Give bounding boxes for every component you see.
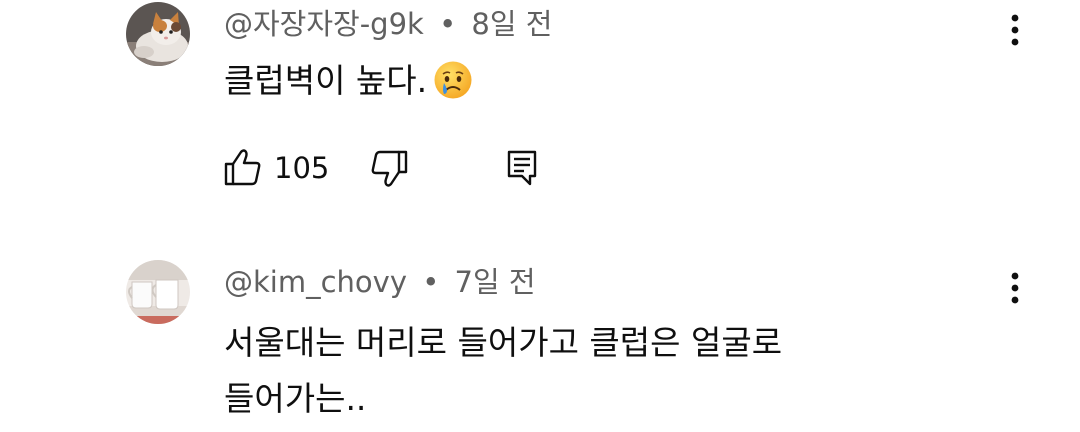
thumbs-up-icon (224, 149, 261, 186)
author-name[interactable]: @자장자장-g9k (224, 7, 424, 41)
comment-time: 8일 전 (471, 7, 553, 41)
dislike-button[interactable] (370, 148, 410, 190)
comment-text-line: 서울대는 머리로 들어가고 클럽은 얼굴로 (224, 323, 783, 362)
like-count: 105 (274, 151, 330, 185)
meta-separator: • (422, 265, 440, 299)
more-vert-icon[interactable] (1000, 270, 1030, 310)
reply-comment-icon (507, 150, 537, 186)
comment-text: 서울대는 머리로 들어가고 클럽은 얼굴로 들어가는.. (224, 318, 782, 424)
crying-face-emoji-icon (433, 60, 473, 114)
avatar[interactable] (126, 2, 190, 66)
like-button[interactable] (222, 146, 262, 188)
comment-text: 클럽벽이 높다. (224, 56, 473, 114)
cups-avatar-image (126, 260, 190, 324)
author-name[interactable]: @kim_chovy (224, 265, 407, 299)
more-vert-icon[interactable] (1000, 12, 1030, 52)
comment-actions: 105 (222, 146, 622, 190)
thumbs-down-icon (371, 150, 408, 187)
comment-text-line: 들어가는.. (224, 379, 367, 418)
meta-separator: • (439, 7, 457, 41)
cat-avatar-image (126, 2, 190, 66)
comment-time: 7일 전 (454, 265, 536, 299)
comment-meta: @자장자장-g9k • 8일 전 (224, 6, 552, 42)
reply-button[interactable] (504, 148, 540, 190)
avatar[interactable] (126, 260, 190, 324)
comment-text-line: 클럽벽이 높다. (224, 56, 473, 114)
comment-meta: @kim_chovy • 7일 전 (224, 264, 536, 300)
